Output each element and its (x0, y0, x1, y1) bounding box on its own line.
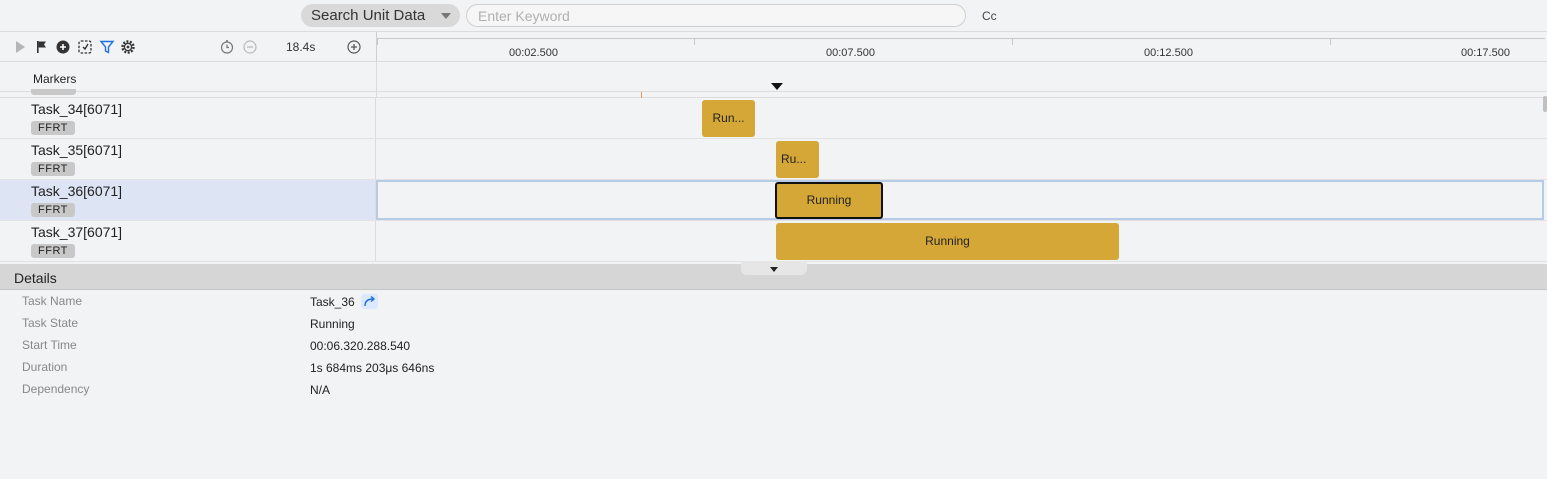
ruler-tick (1330, 38, 1331, 45)
case-sensitive-toggle[interactable]: Cc (982, 9, 997, 23)
ruler-tick (694, 38, 695, 45)
ruler-label: 00:12.500 (1144, 47, 1193, 59)
marker-triangle-icon[interactable] (771, 83, 783, 90)
details-title: Details (14, 270, 57, 286)
detail-value: 1s 684ms 203μs 646ns (310, 361, 435, 375)
task-row[interactable]: Task_34[6071] FFRT Run... (0, 98, 1547, 139)
ruler-label: 00:07.500 (826, 47, 875, 59)
task-badge: FFRT (31, 244, 75, 258)
markers-label: Markers (33, 72, 77, 86)
zoom-in-icon[interactable] (346, 39, 362, 55)
detail-value: 00:06.320.288.540 (310, 339, 411, 353)
detail-label: Task State (22, 316, 79, 330)
details-body: Task Name Task_36 Task State Running Sta… (0, 290, 1547, 479)
detail-label: Task Name (22, 294, 83, 308)
task-badge: FFRT (31, 203, 75, 217)
markers-lane[interactable] (376, 62, 1547, 92)
selected-lane-outline (376, 180, 1544, 220)
flag-icon[interactable] (34, 39, 50, 55)
search-input[interactable] (466, 4, 966, 27)
settings-icon[interactable] (120, 39, 136, 55)
search-scope-dropdown[interactable]: Search Unit Data (301, 4, 460, 27)
task-badge: FFRT (31, 121, 75, 135)
panel-splitter-handle[interactable] (741, 261, 807, 275)
detail-label: Duration (22, 360, 68, 374)
ruler-tick (1012, 38, 1013, 45)
zoom-reset-icon[interactable] (219, 39, 235, 55)
detail-label: Start Time (22, 338, 77, 352)
task-name-cell[interactable]: Task_34[6071] FFRT (0, 98, 376, 138)
collapse-arrow-icon (770, 267, 778, 272)
partial-badge (31, 89, 76, 95)
ruler-label: 00:17.500 (1461, 47, 1510, 59)
markers-row: Markers (0, 62, 1547, 92)
time-ruler[interactable]: 00:02.500 00:07.500 00:12.500 00:17.500 (376, 32, 1547, 62)
task-state-bar[interactable]: Running (776, 223, 1119, 260)
detail-value: N/A (310, 383, 331, 397)
task-name: Task_34[6071] (31, 101, 123, 117)
task-name: Task_35[6071] (31, 142, 123, 158)
add-circle-icon[interactable] (55, 39, 71, 55)
detail-value: Running (310, 317, 355, 331)
ruler-line (377, 38, 1545, 39)
task-state-bar[interactable]: Run... (702, 100, 755, 137)
zoom-out-icon[interactable] (242, 39, 258, 55)
ruler-label: 00:02.500 (509, 47, 558, 59)
detail-label: Dependency (22, 382, 90, 396)
task-row[interactable]: Task_37[6071] FFRT Running (0, 221, 1547, 262)
select-region-icon[interactable] (77, 39, 93, 55)
timeline-toolbar: 18.4s (0, 32, 376, 62)
ruler-tick (377, 38, 378, 45)
task-name-cell[interactable]: Task_37[6071] FFRT (0, 221, 376, 261)
detail-value-task-name: Task_36 (310, 295, 355, 309)
task-state-bar[interactable]: Ru... (776, 141, 819, 178)
task-badge: FFRT (31, 162, 75, 176)
filter-icon[interactable] (99, 39, 115, 55)
jump-to-icon[interactable] (361, 294, 378, 309)
task-state-bar-selected[interactable]: Running (775, 182, 883, 219)
zoom-level: 18.4s (286, 40, 316, 54)
vertical-scrollbar[interactable] (1543, 96, 1547, 112)
task-name-cell[interactable]: Task_35[6071] FFRT (0, 139, 376, 179)
chevron-down-icon (441, 13, 451, 19)
search-scope-label: Search Unit Data (311, 7, 426, 24)
task-name: Task_37[6071] (31, 224, 123, 240)
task-row-selected[interactable]: Task_36[6071] FFRT Running (0, 180, 1547, 221)
search-bar: Search Unit Data Cc (0, 0, 1547, 32)
task-name-cell[interactable]: Task_36[6071] FFRT (0, 180, 376, 220)
task-name: Task_36[6071] (31, 183, 123, 199)
play-icon[interactable] (12, 39, 28, 55)
task-row[interactable]: Task_35[6071] FFRT Ru... (0, 139, 1547, 180)
